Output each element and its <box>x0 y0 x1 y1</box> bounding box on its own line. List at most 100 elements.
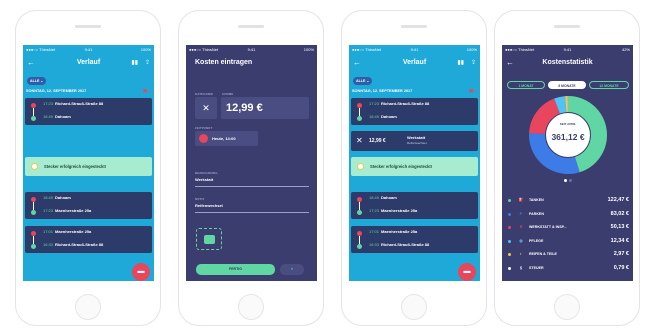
trip-card[interactable]: 18:49 Dahoam 17:23 Maenherstraße 25a <box>351 192 478 219</box>
plug-notice: Stecker erfolgreich eingesteckt! <box>351 157 478 176</box>
category-label: KATEGORIE <box>195 92 214 96</box>
tab-12-monate[interactable]: 12 MONATE <box>589 81 629 89</box>
trip-end: 17:23 Maenherstraße 25a <box>43 208 92 213</box>
desc-field[interactable]: Werkstatt <box>195 177 213 182</box>
desc-underline <box>195 186 309 187</box>
lightbulb-icon <box>357 163 364 170</box>
stat-row[interactable]: ◍ PFLEGE 12,34 € <box>508 236 629 247</box>
stat-value: 122,47 € <box>607 197 629 203</box>
route-line <box>33 108 34 116</box>
time-picker[interactable]: Heute, 14:00 <box>195 131 258 146</box>
add-cost-button[interactable]: ▬ <box>132 263 150 281</box>
status-bar: ●●●○○ ThinsNet 9:41 42% <box>505 47 630 52</box>
phone-verlauf-1: ●●●○○ ThinsNet 9:41 100% ← Verlauf ▮▮ ⇪ … <box>15 10 161 326</box>
sum-input[interactable]: 12,99 € <box>221 97 309 119</box>
share-icon[interactable]: ⇪ <box>471 56 476 70</box>
status-bar: ●●●○○ ThinsNet 9:41 100% <box>352 47 477 52</box>
wrench-icon: ✕ <box>356 136 363 145</box>
filter-dropdown[interactable]: ALLE ⌄ <box>27 77 47 85</box>
calendar-icon[interactable]: ▣⌄ <box>143 88 151 94</box>
title-bar: ← Verlauf ▮▮ ⇪ <box>23 56 154 70</box>
trip-start: 17:01 Maenherstraße 25a <box>43 229 92 234</box>
phone-verlauf-2: ●●●○○ ThinsNet 9:41 100% ← Verlauf ▮▮ ⇪ … <box>341 10 487 326</box>
wrench-icon: ✕ <box>519 224 523 229</box>
trip-card[interactable]: 18:49 Dahoam 17:23 Maenherstraße 25a <box>25 192 152 219</box>
trip-start: 18:49 Dahoam <box>43 195 71 200</box>
stat-name: TANKEN <box>529 198 544 202</box>
trip-end: 17:23 Maenherstraße 25a <box>369 208 418 213</box>
tab-6-monate[interactable]: 6 MONATE <box>548 81 586 89</box>
tire-icon: ◐ <box>519 251 523 256</box>
route-line <box>33 236 34 244</box>
trip-card[interactable]: 17:23 Richard-Strauß-Straße 88 18:49 Dahoa… <box>25 98 152 125</box>
stat-value: 0,79 € <box>613 264 629 271</box>
filter-dropdown[interactable]: ALLE ⌄ <box>353 77 373 85</box>
bottle-icon: ◍ <box>519 237 523 243</box>
speaker <box>554 25 580 28</box>
chart-icon[interactable]: ▮▮ <box>457 56 464 70</box>
cancel-button[interactable]: × <box>280 264 304 275</box>
title-bar: ← Verlauf ▮▮ ⇪ <box>349 56 480 70</box>
parking-icon: P <box>519 210 523 216</box>
route-line <box>359 236 360 244</box>
total-amount: 361,12 € <box>551 132 585 142</box>
trip-end: 18:49 Dahoam <box>369 114 397 119</box>
stat-row[interactable]: P PARKEN 83,02 € <box>508 209 629 220</box>
share-icon[interactable]: ⇪ <box>145 56 150 70</box>
trip-card[interactable]: 17:23 Richard-Strauß-Straße 88 18:49 Dahoa… <box>351 98 478 125</box>
chart-icon[interactable]: ▮▮ <box>131 56 138 70</box>
add-cost-button[interactable]: ▬ <box>458 263 476 281</box>
camera-icon <box>204 235 215 244</box>
time-label: ZEITPUNKT <box>195 126 213 130</box>
trip-end: 16:33 Richard-Strauß-Straße 88 <box>369 242 430 247</box>
note-field[interactable]: Reifenwechsel <box>195 203 223 208</box>
wrench-icon[interactable]: ✕ <box>195 97 217 119</box>
home-button <box>401 294 427 320</box>
legend-dot <box>508 253 511 256</box>
done-button[interactable]: FERTIG <box>196 264 275 275</box>
note-label: NOTIZ <box>195 197 205 201</box>
screen-verlauf: ●●●○○ ThinsNet 9:41 100% ← Verlauf ▮▮ ⇪ … <box>349 45 480 281</box>
stat-name: PARKEN <box>529 211 544 216</box>
trip-end: 16:33 Richard-Strauß-Straße 88 <box>43 242 104 247</box>
route-line <box>33 202 34 210</box>
stat-row[interactable]: ◐ REIFEN & TEILE 2,97 € <box>508 249 629 260</box>
end-pin-icon <box>357 210 362 215</box>
stat-value: 12,34 € <box>610 237 629 244</box>
stat-value: 2,97 € <box>613 251 629 257</box>
speaker <box>401 25 427 28</box>
center-label: SEIT APRIL <box>559 122 577 126</box>
screen-kostenstatistik: ●●●○○ ThinsNet 9:41 42% ← Kostenstatisti… <box>502 45 633 281</box>
legend-dot <box>508 199 511 202</box>
stat-row[interactable]: ⛽ TANKEN 122,47 € <box>508 195 629 206</box>
stat-value: 50,13 € <box>610 224 629 230</box>
tab-1-monat[interactable]: 1 MONAT <box>507 81 545 89</box>
stat-name: REIFEN & TEILE <box>529 252 557 256</box>
menu-icon: ▬ <box>137 268 145 275</box>
trip-end: 18:49 Dahoam <box>43 114 71 119</box>
sum-label: SUMME <box>222 92 234 96</box>
note-underline <box>195 212 309 213</box>
title-bar: Kosten eintragen <box>186 56 317 70</box>
page-dot-active <box>564 179 567 182</box>
route-line <box>359 202 360 210</box>
page-title: Kosten eintragen <box>195 59 253 66</box>
cost-card[interactable]: ✕ 12,99 € Werkstatt Reifenwechsel <box>351 131 478 151</box>
speaker <box>238 25 264 28</box>
calendar-icon[interactable]: ▣⌄ <box>469 88 477 94</box>
end-pin-icon <box>31 210 36 215</box>
end-pin-icon <box>31 116 36 121</box>
trip-card[interactable]: 17:01 Maenherstraße 25a 16:33 Richard-Stra… <box>351 226 478 253</box>
end-pin-icon <box>31 244 36 249</box>
legend-dot <box>508 212 511 216</box>
trip-card[interactable]: 17:01 Maenherstraße 25a 16:33 Richard-Stra… <box>25 226 152 253</box>
stat-name: STEUER <box>529 265 544 270</box>
phone-kostenstatistik: ●●●○○ ThinsNet 9:41 42% ← Kostenstatisti… <box>494 10 640 326</box>
speaker <box>75 25 101 28</box>
add-photo-button[interactable] <box>196 228 222 250</box>
stat-row[interactable]: ✕ WERKSTATT & INSP... 50,13 € <box>508 222 629 233</box>
date-header: SONNTAG, 12. SEPTEMBER 2017 ▣⌄ <box>352 88 477 94</box>
home-button <box>238 294 264 320</box>
stat-row[interactable]: § STEUER 0,79 € <box>508 263 629 274</box>
trip-start: 17:23 Richard-Strauß-Straße 88 <box>369 101 430 106</box>
